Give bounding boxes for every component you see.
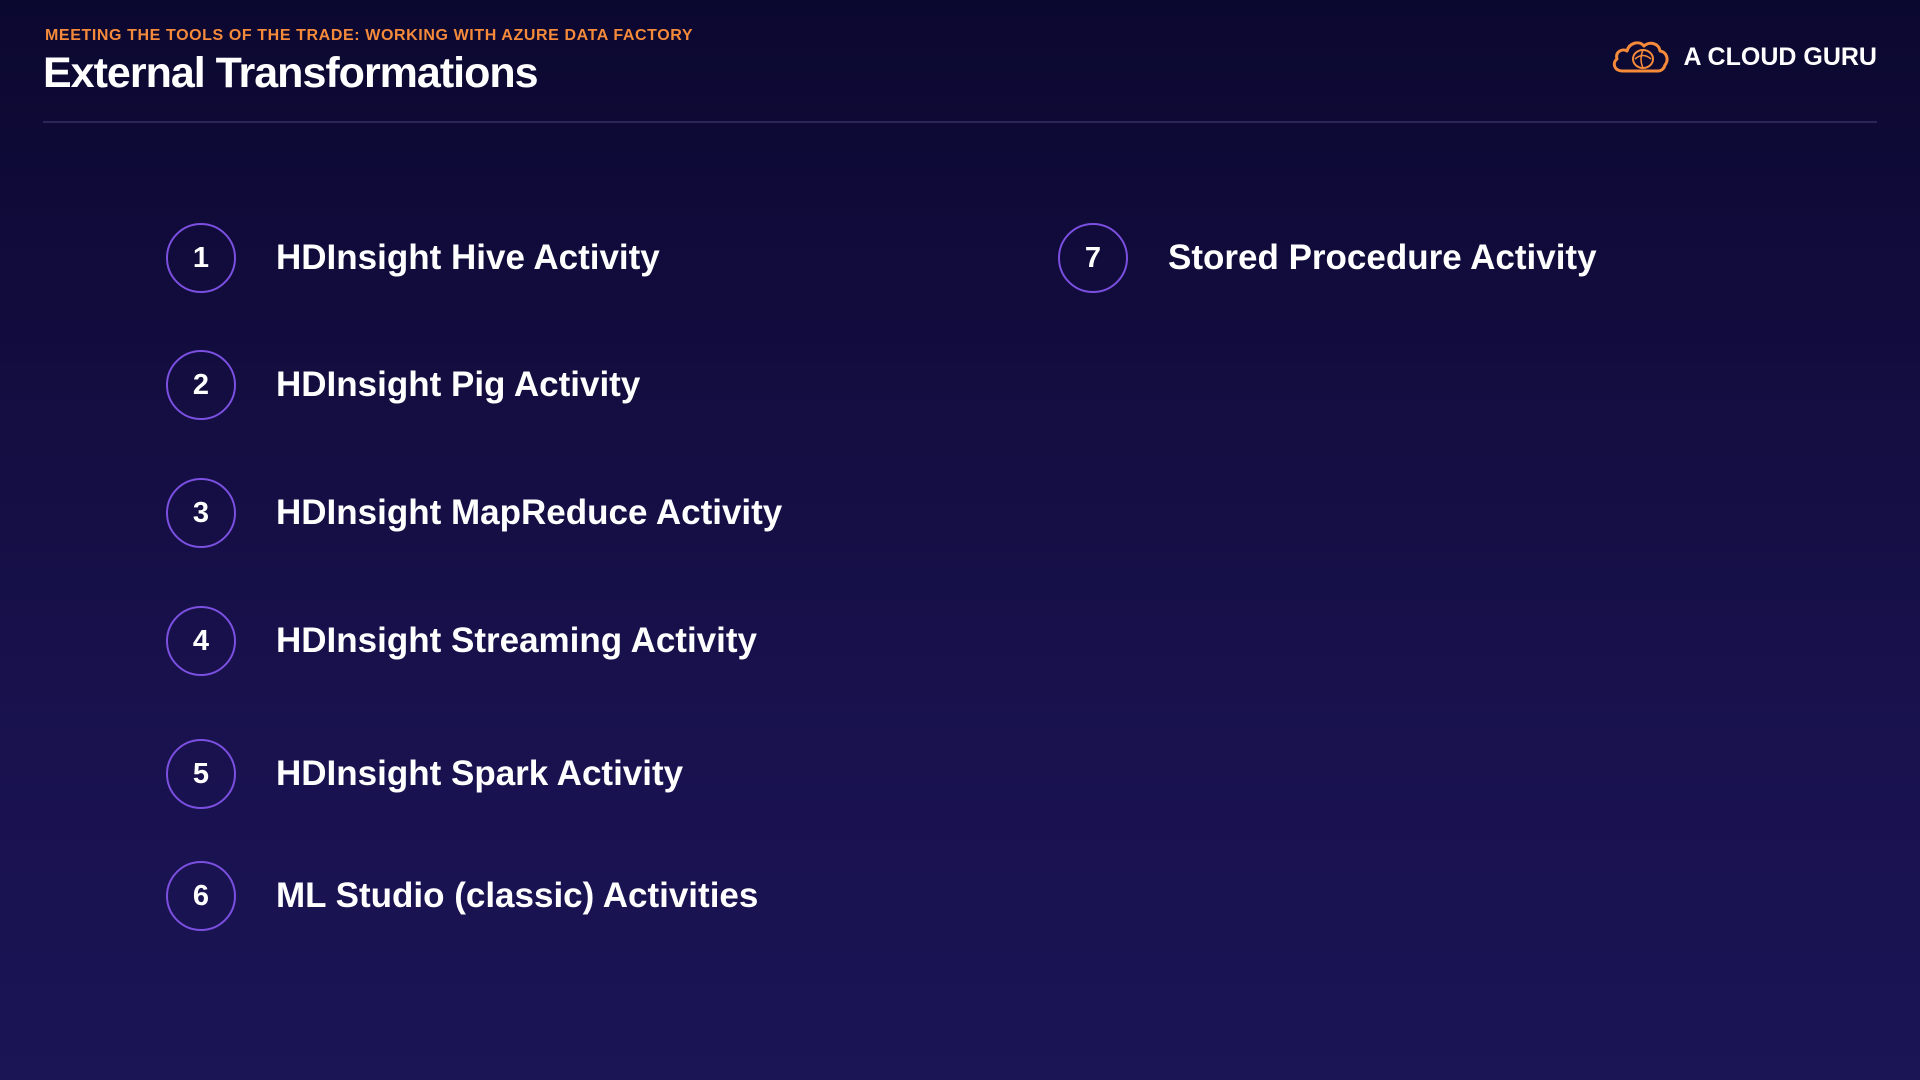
list-item-label: HDInsight Streaming Activity	[276, 621, 757, 660]
list-item-label: HDInsight Spark Activity	[276, 754, 684, 793]
number-badge: 5	[166, 739, 236, 809]
list-item: 4 HDInsight Streaming Activity	[166, 606, 757, 676]
number-badge: 1	[166, 223, 236, 293]
number-badge: 4	[166, 606, 236, 676]
number-badge: 6	[166, 861, 236, 931]
list-item: 6 ML Studio (classic) Activities	[166, 861, 758, 931]
brand-logo: A CLOUD GURU	[1609, 38, 1877, 76]
slide-title: External Transformations	[43, 49, 539, 97]
slide-header: MEETING THE TOOLS OF THE TRADE: WORKING …	[43, 0, 1877, 123]
list-item-label: Stored Procedure Activity	[1168, 238, 1597, 277]
list-item: 1 HDInsight Hive Activity	[166, 223, 660, 293]
number-badge: 2	[166, 350, 236, 420]
list-item: 2 HDInsight Pig Activity	[166, 350, 640, 420]
list-item-label: HDInsight Hive Activity	[276, 238, 660, 277]
list-item: 5 HDInsight Spark Activity	[166, 739, 683, 809]
list-item-label: ML Studio (classic) Activities	[276, 876, 759, 915]
course-kicker: MEETING THE TOOLS OF THE TRADE: WORKING …	[45, 27, 694, 44]
number-badge: 3	[166, 478, 236, 548]
brand-name: A CLOUD GURU	[1683, 42, 1877, 71]
list-item-label: HDInsight MapReduce Activity	[276, 493, 783, 532]
list-item: 3 HDInsight MapReduce Activity	[166, 478, 782, 548]
list-item: 7 Stored Procedure Activity	[1058, 223, 1597, 293]
list-item-label: HDInsight Pig Activity	[276, 365, 641, 404]
cloud-logo-icon	[1613, 41, 1670, 73]
number-badge: 7	[1058, 223, 1128, 293]
